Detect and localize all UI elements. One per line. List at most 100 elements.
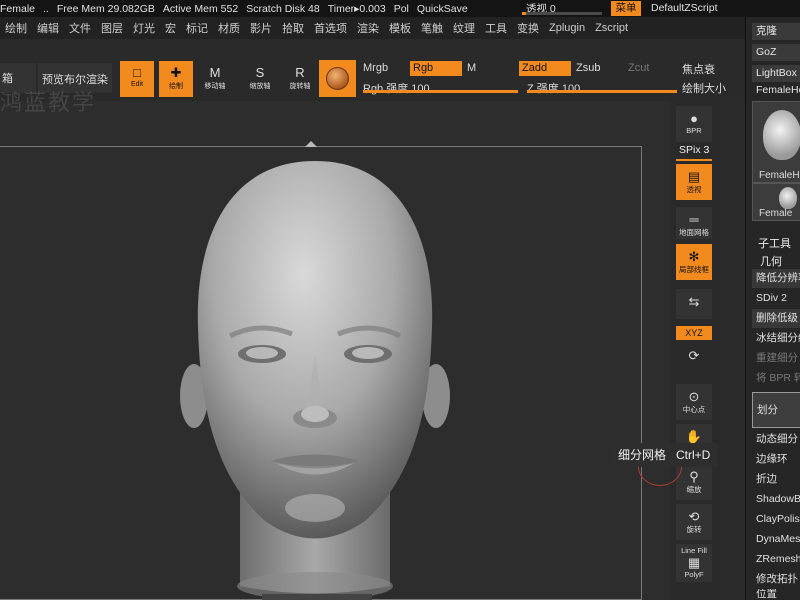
menu-button[interactable]: 菜单 — [611, 1, 641, 16]
tooltip-title: 细分网格 — [618, 448, 667, 462]
menu-macro[interactable]: 宏 — [160, 20, 181, 36]
hand-icon: ✋ — [685, 429, 703, 444]
z-intensity-slider[interactable]: Z 强度 100 — [527, 80, 677, 95]
menu-movie[interactable]: 影片 — [245, 20, 277, 36]
mrgb-toggle[interactable]: Mrgb — [363, 62, 388, 74]
menu-stencil[interactable]: 模板 — [384, 20, 416, 36]
lower-res-button[interactable]: 降低分辨率 — [752, 269, 800, 288]
tool-thumbnail-caption: FemaleHe — [759, 170, 800, 181]
zremesher-item[interactable]: ZRemesh — [752, 550, 800, 569]
freeze-subdiv-button[interactable]: 冰结细分级 — [752, 329, 800, 348]
polyframe-button[interactable]: Line Fill ▦ PolyF — [676, 544, 712, 582]
status-bar: Female .. Free Mem 29.082GB Active Mem 5… — [0, 0, 800, 17]
top-shelf: 箱 预览布尔渲染 □ Edit ✚ 绘制 M 移动轴 S 缩放轴 R 旋转轴 M… — [0, 39, 745, 101]
bpr-button[interactable]: ● BPR — [676, 106, 712, 142]
head-thumbnail-icon — [763, 110, 800, 160]
floor-grid-button[interactable]: ═ 地面网格 — [676, 207, 712, 239]
menu-brush[interactable]: 笔触 — [416, 20, 448, 36]
subtool-header[interactable]: 子工具 — [758, 235, 791, 251]
center-point-button[interactable]: ⊙ 中心点 — [676, 384, 712, 420]
m-toggle[interactable]: M — [464, 61, 516, 76]
female-head-model[interactable] — [170, 156, 460, 600]
status-timer: Timer▸0.003 — [327, 2, 386, 15]
menu-light[interactable]: 灯光 — [128, 20, 160, 36]
rotate-axis-button[interactable]: ⟳ — [676, 343, 712, 379]
edit-mode-label: Edit — [130, 81, 144, 88]
menu-render[interactable]: 渲染 — [352, 20, 384, 36]
sdiv-slider[interactable]: SDiv 2 — [752, 289, 800, 308]
delete-lower-button[interactable]: 删除低级 — [752, 309, 800, 328]
polyf-label: PolyF — [684, 570, 704, 579]
menu-texture[interactable]: 纹理 — [448, 20, 480, 36]
zsub-toggle[interactable]: Zsub — [573, 61, 623, 76]
move-mode-button[interactable]: M 移动轴 — [198, 61, 232, 97]
tool-thumbnail[interactable]: FemaleHe — [752, 101, 800, 183]
draw-mode-button[interactable]: ✚ 绘制 — [159, 61, 193, 97]
rgb-toggle[interactable]: Rgb — [410, 61, 462, 76]
crease-item[interactable]: 折边 — [752, 470, 800, 489]
focal-shift-label[interactable]: 焦点衰 — [682, 61, 715, 77]
menu-edit[interactable]: 编辑 — [32, 20, 64, 36]
z-intensity-label: Z 强度 100 — [527, 83, 581, 95]
move-mode-label: 移动轴 — [204, 83, 226, 90]
menu-file[interactable]: 文件 — [64, 20, 96, 36]
spix-slider[interactable] — [676, 159, 712, 161]
draw-mode-label: 绘制 — [169, 83, 183, 90]
rgb-intensity-label: Rgb 强度 100 — [363, 83, 430, 95]
quicksave-button[interactable]: QuickSave — [417, 3, 468, 15]
shadowbox-item[interactable]: ShadowB — [752, 490, 800, 509]
material-sphere-icon — [326, 67, 349, 90]
menu-transform[interactable]: 变换 — [512, 20, 544, 36]
zadd-toggle[interactable]: Zadd — [519, 61, 571, 76]
scale-icon: S — [255, 65, 265, 80]
menu-layer[interactable]: 图层 — [96, 20, 128, 36]
tool-thumbnail-small[interactable]: Female — [752, 183, 800, 221]
rotate-mode-button[interactable]: R 旋转轴 — [283, 61, 317, 97]
rotate-view-button[interactable]: ⟲ 旋转 — [676, 504, 712, 540]
bpr-sphere-icon: ● — [690, 111, 698, 126]
menu-zplugin[interactable]: Zplugin — [544, 22, 590, 34]
rgb-intensity-fill — [363, 90, 518, 93]
head-sculpt — [180, 161, 450, 600]
local-wireframe-button[interactable]: ✻ 局部线框 — [676, 244, 712, 280]
canvas-bottom-scroll[interactable] — [262, 594, 372, 600]
document-canvas[interactable]: 鸿蓝教学 — [0, 91, 670, 600]
perspective-button[interactable]: ▤ 透视 — [676, 164, 712, 200]
rgb-intensity-slider[interactable]: Rgb 强度 100 — [363, 80, 518, 95]
menu-zscript[interactable]: Zscript — [590, 22, 633, 34]
canvas-up-arrow-icon[interactable] — [305, 141, 317, 147]
clone-button[interactable]: 克隆 — [752, 23, 800, 40]
rotate-view-label: 旋转 — [686, 525, 702, 534]
scale-mode-button[interactable]: S 缩放轴 — [243, 61, 277, 97]
menu-marker[interactable]: 标记 — [181, 20, 213, 36]
position-item[interactable]: 位置 — [752, 589, 800, 600]
modify-topology-item[interactable]: 修改拓扑 — [752, 570, 800, 589]
menu-stroke[interactable]: 绘制 — [0, 20, 32, 36]
z-intensity-fill — [527, 90, 677, 93]
edge-loop-item[interactable]: 边缘环 — [752, 450, 800, 469]
lightbox-button[interactable]: LightBox — [752, 65, 800, 82]
divide-button[interactable]: 划分 — [752, 392, 800, 428]
menu-material[interactable]: 材质 — [213, 20, 245, 36]
material-button[interactable] — [319, 60, 356, 97]
reconstruct-subdiv-button[interactable]: 重建细分 — [752, 349, 800, 368]
geometry-header[interactable]: 几何 — [760, 253, 782, 269]
spix-label[interactable]: SPix 3 — [679, 144, 709, 156]
perspective-slider[interactable]: 透视 0 — [500, 0, 604, 17]
perspective-track[interactable] — [522, 12, 602, 15]
menu-tool[interactable]: 工具 — [480, 20, 512, 36]
goz-button[interactable]: GoZ — [752, 44, 800, 61]
draw-size-label[interactable]: 绘制大小 — [682, 80, 726, 96]
menu-preferences[interactable]: 首选项 — [309, 20, 352, 36]
menu-picker[interactable]: 拾取 — [277, 20, 309, 36]
center-align-button[interactable]: ⇆ — [676, 289, 712, 319]
claypolish-item[interactable]: ClayPolis — [752, 510, 800, 529]
edit-mode-button[interactable]: □ Edit — [120, 61, 154, 97]
xyz-button[interactable]: XYZ — [676, 326, 712, 340]
dynamic-subdiv-item[interactable]: 动态细分 — [752, 430, 800, 449]
local-icon: ✻ — [688, 249, 700, 264]
menu-bar: 绘制 编辑 文件 图层 灯光 宏 标记 材质 影片 拾取 首选项 渲染 模板 笔… — [0, 17, 745, 39]
dynamesh-item[interactable]: DynaMes — [752, 530, 800, 549]
convert-bpr-button[interactable]: 将 BPR 转 — [752, 369, 800, 388]
zcut-toggle[interactable]: Zcut — [625, 61, 675, 76]
